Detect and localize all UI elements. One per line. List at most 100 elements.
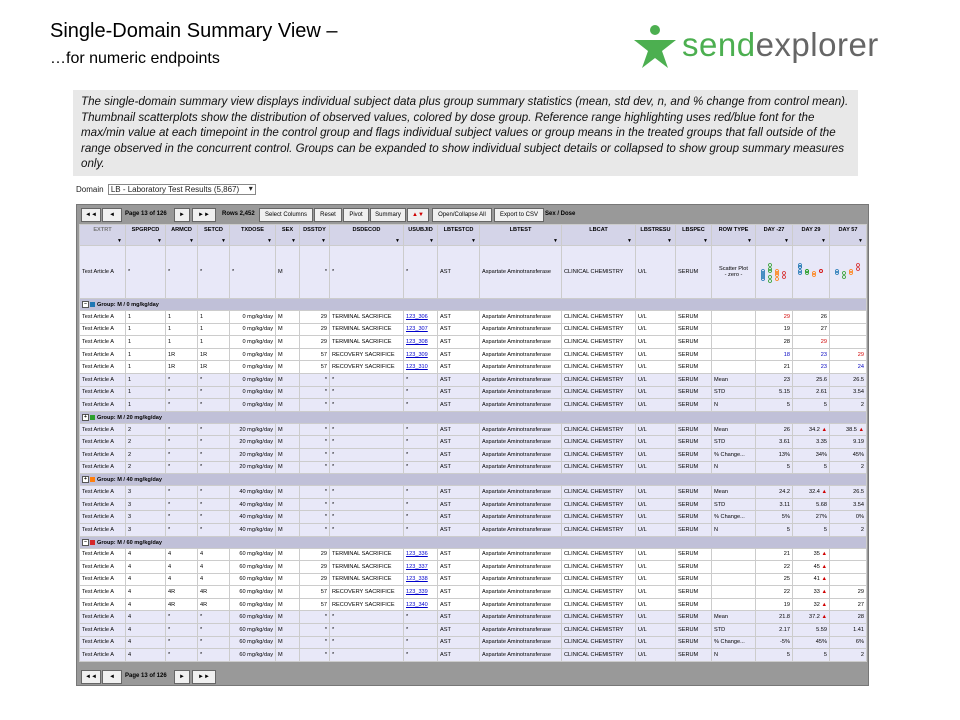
- cell[interactable]: 123_308: [403, 335, 438, 349]
- column-header-extrt[interactable]: EXTRT ▼: [79, 224, 126, 246]
- cell: Aspartate Aminotransferase: [479, 623, 562, 637]
- next-page-button-bottom[interactable]: ►: [174, 670, 190, 684]
- cell[interactable]: 123_336: [403, 547, 438, 562]
- filter-icon[interactable]: ▼: [858, 238, 863, 244]
- cell: *: [165, 623, 198, 637]
- column-header-txdose[interactable]: TXDOSE ▼: [229, 224, 276, 246]
- group-header-cell[interactable]: + Group: M / 20 mg/kg/day: [79, 410, 867, 424]
- subject-link[interactable]: 123_340: [406, 602, 428, 608]
- collapse-icon[interactable]: –: [82, 301, 89, 308]
- domain-select[interactable]: LB - Laboratory Test Results (5,867): [107, 184, 256, 195]
- first-page-button-bottom[interactable]: ◄◄: [81, 670, 101, 684]
- cell[interactable]: 123_307: [403, 322, 438, 337]
- cell: *: [299, 447, 330, 462]
- filter-icon[interactable]: ▼: [267, 238, 272, 244]
- group-header-row[interactable]: – Group: M / 0 mg/kg/day: [79, 298, 867, 311]
- select-columns-button[interactable]: Select Columns: [259, 208, 313, 222]
- column-header-spgrpcd[interactable]: SPGRPCD ▼: [125, 224, 166, 246]
- column-header-row-type[interactable]: ROW TYPE ▼: [711, 224, 756, 246]
- cell: *: [403, 497, 438, 512]
- first-page-button[interactable]: ◄◄: [81, 208, 101, 222]
- filter-icon[interactable]: ▼: [747, 238, 752, 244]
- next-page-button[interactable]: ►: [174, 208, 190, 222]
- last-page-button[interactable]: ►►: [192, 208, 216, 222]
- column-header-lbstresu[interactable]: LBSTRESU ▼: [635, 224, 676, 246]
- filter-icon[interactable]: ▼: [157, 238, 162, 244]
- column-header-sex[interactable]: SEX ▼: [275, 224, 300, 246]
- open-collapse-button[interactable]: Open/Collapse All: [432, 208, 492, 222]
- cell: AST: [437, 385, 480, 400]
- cell[interactable]: 123_340: [403, 597, 438, 612]
- last-page-button-bottom[interactable]: ►►: [192, 670, 216, 684]
- column-header-dsstdy[interactable]: DSSTDY ▼: [299, 224, 330, 246]
- column-header-setcd[interactable]: SETCD ▼: [197, 224, 230, 246]
- cell[interactable]: 123_310: [403, 360, 438, 374]
- cell: AST: [437, 372, 480, 387]
- subject-link[interactable]: 123_339: [406, 589, 428, 595]
- subject-link[interactable]: 123_338: [406, 576, 428, 582]
- pivot-button[interactable]: Pivot: [343, 208, 369, 222]
- filter-icon[interactable]: ▼: [703, 238, 708, 244]
- column-header-usubjid[interactable]: USUBJID ▼: [403, 224, 438, 246]
- column-header-dsdecod[interactable]: DSDECOD ▼: [329, 224, 404, 246]
- group-header-row[interactable]: + Group: M / 40 mg/kg/day: [79, 473, 867, 487]
- group-header-cell[interactable]: + Group: M / 40 mg/kg/day: [79, 473, 867, 487]
- filter-icon[interactable]: ▼: [667, 238, 672, 244]
- expand-icon[interactable]: +: [82, 413, 89, 421]
- cell[interactable]: 123_338: [403, 572, 438, 587]
- filter-icon[interactable]: ▼: [395, 238, 400, 244]
- filter-icon[interactable]: ▼: [627, 238, 632, 244]
- column-header-day-27[interactable]: DAY -27 ▼: [755, 224, 793, 246]
- column-header-day-29[interactable]: DAY 29 ▼: [792, 224, 830, 246]
- cell: *: [299, 398, 330, 412]
- prev-page-button-bottom[interactable]: ◄: [102, 670, 122, 684]
- column-header-lbtest[interactable]: LBTEST ▼: [479, 224, 562, 246]
- reset-button[interactable]: Reset: [314, 208, 342, 222]
- filter-icon[interactable]: ▼: [221, 238, 226, 244]
- description-box: The single-domain summary view displays …: [73, 90, 858, 176]
- collapse-icon[interactable]: –: [82, 538, 89, 546]
- filter-icon[interactable]: ▼: [821, 238, 826, 244]
- summary-button[interactable]: Summary: [370, 208, 406, 222]
- subject-link[interactable]: 123_306: [406, 314, 428, 320]
- subject-link[interactable]: 123_337: [406, 564, 428, 570]
- group-header-cell[interactable]: – Group: M / 60 mg/kg/day: [79, 535, 867, 549]
- group-header-row[interactable]: – Group: M / 60 mg/kg/day: [79, 535, 867, 549]
- filter-icon[interactable]: ▼: [429, 238, 434, 244]
- filter-icon[interactable]: ▼: [553, 238, 558, 244]
- column-header-armcd[interactable]: ARMCD ▼: [165, 224, 198, 246]
- cell[interactable]: 123_309: [403, 347, 438, 362]
- cell: CLINICAL CHEMISTRY: [561, 635, 636, 650]
- subject-link[interactable]: 123_336: [406, 551, 428, 557]
- subject-link[interactable]: 123_309: [406, 352, 428, 358]
- cell: M: [275, 485, 300, 499]
- prev-page-button[interactable]: ◄: [102, 208, 122, 222]
- cell: 4R: [165, 597, 198, 612]
- filter-icon[interactable]: ▼: [117, 238, 122, 244]
- cell: 1R: [197, 347, 230, 362]
- cell[interactable]: 123_337: [403, 560, 438, 574]
- filter-icon[interactable]: ▼: [189, 238, 194, 244]
- filter-icon[interactable]: ▼: [471, 238, 476, 244]
- export-csv-button[interactable]: Export to CSV: [494, 208, 544, 222]
- group-header-row[interactable]: + Group: M / 20 mg/kg/day: [79, 410, 867, 424]
- group-header-cell[interactable]: – Group: M / 0 mg/kg/day: [79, 298, 867, 311]
- subject-link[interactable]: 123_308: [406, 339, 428, 345]
- column-header-day-57[interactable]: DAY 57 ▼: [829, 224, 867, 246]
- cell[interactable]: 123_306: [403, 310, 438, 324]
- subject-link[interactable]: 123_307: [406, 326, 428, 332]
- filter-icon[interactable]: ▼: [321, 238, 326, 244]
- column-header-lbtestcd[interactable]: LBTESTCD ▼: [437, 224, 480, 246]
- cell[interactable]: 123_339: [403, 585, 438, 599]
- column-header-lbcat[interactable]: LBCAT ▼: [561, 224, 636, 246]
- subject-link[interactable]: 123_310: [406, 364, 428, 370]
- sort-button[interactable]: ▲▼: [407, 208, 429, 222]
- cell: AST: [437, 398, 480, 412]
- cell: 27%: [792, 510, 830, 524]
- scatter-point: [805, 271, 809, 275]
- column-header-lbspec[interactable]: LBSPEC ▼: [675, 224, 712, 246]
- filter-icon[interactable]: ▼: [291, 238, 296, 244]
- filter-icon[interactable]: ▼: [784, 238, 789, 244]
- expand-icon[interactable]: +: [82, 476, 89, 484]
- cell: M: [275, 522, 300, 537]
